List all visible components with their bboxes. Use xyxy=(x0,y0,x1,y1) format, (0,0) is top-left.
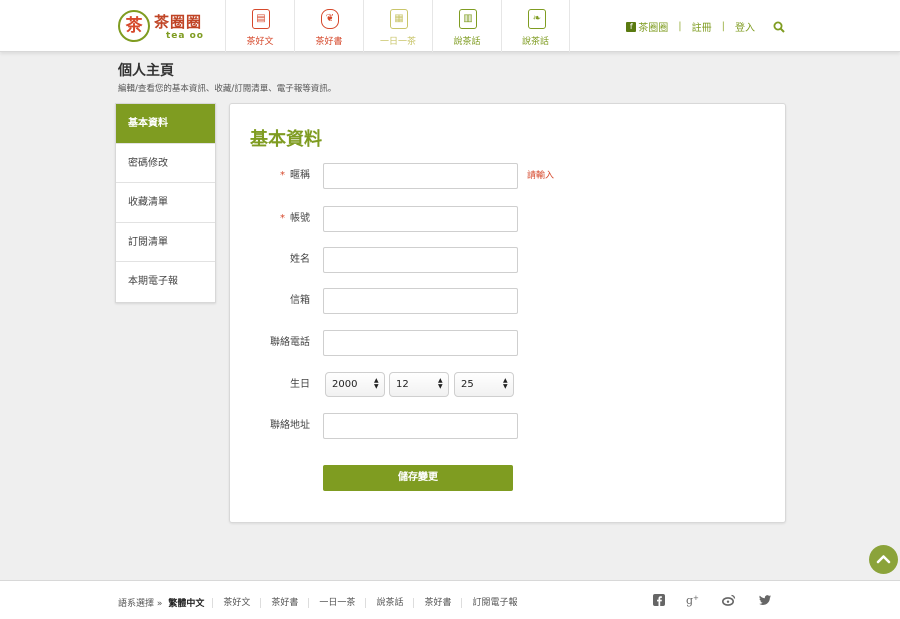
register-link[interactable]: 註冊 xyxy=(692,19,712,34)
nav-label: 一日一茶 xyxy=(379,37,416,47)
main-nav: ▤ 茶好文 ❦ 茶好書 ▦ 一日一茶 ▥ 說茶話 ❧ 說茶話 xyxy=(225,0,570,52)
birthday-label: 生日 xyxy=(290,379,310,390)
required-mark: * xyxy=(280,213,285,224)
page-subtitle: 編輯/查看您的基本資訊、收藏/訂閱清單、電子報等資訊。 xyxy=(118,84,337,94)
footer-link-articles[interactable]: 茶好文 xyxy=(212,597,260,608)
side-item-favorites[interactable]: 收藏清單 xyxy=(116,183,215,223)
language-current[interactable]: 繁體中文 xyxy=(168,596,212,609)
side-item-basic-info[interactable]: 基本資料 xyxy=(116,104,215,144)
page-icon: ▥ xyxy=(459,9,477,29)
nav-item-tea-talk-2[interactable]: ❧ 說茶話 xyxy=(501,0,570,52)
required-mark: * xyxy=(280,170,285,181)
birthday-row: 生日 2000 ▲ ▼ 12 ▲ ▼ 25 ▲ ▼ xyxy=(230,372,787,398)
side-item-subscriptions[interactable]: 訂閱清單 xyxy=(116,223,215,262)
scroll-top-button[interactable] xyxy=(869,545,898,574)
nickname-label: 暱稱 xyxy=(290,170,310,181)
logo-subtext: tea oo xyxy=(166,31,204,41)
twitter-icon[interactable] xyxy=(758,593,772,607)
birthday-day-value: 25 xyxy=(461,379,474,390)
page-title: 個人主頁 xyxy=(118,63,174,79)
nav-item-daily-tea[interactable]: ▦ 一日一茶 xyxy=(363,0,432,52)
phone-input[interactable] xyxy=(323,330,518,356)
nickname-label-wrap: * 暱稱 xyxy=(280,163,310,189)
address-row: 聯絡地址 xyxy=(230,413,787,439)
facebook-icon[interactable] xyxy=(652,593,666,607)
name-label: 姓名 xyxy=(290,254,310,265)
save-button[interactable]: 儲存變更 xyxy=(323,465,513,491)
address-input[interactable] xyxy=(323,413,518,439)
name-input[interactable] xyxy=(323,247,518,273)
phone-label: 聯絡電話 xyxy=(270,337,310,348)
facebook-link[interactable]: 茶圈圈 xyxy=(638,19,668,34)
nav-label: 茶好書 xyxy=(315,37,343,47)
language-label: 語系選擇 » xyxy=(118,599,163,609)
email-input[interactable] xyxy=(323,288,518,314)
basic-info-form: 基本資料 * 暱稱 請輸入 * 帳號 姓名 信箱 聯絡電話 生日 2000 ▲ ▼ 1… xyxy=(229,103,786,523)
phone-row: 聯絡電話 xyxy=(230,330,787,356)
book-icon: ❦ xyxy=(321,9,339,29)
site-header: 茶 茶圈圈 tea oo ▤ 茶好文 ❦ 茶好書 ▦ 一日一茶 ▥ 說茶話 ❧ … xyxy=(0,0,900,52)
document-icon: ▤ xyxy=(252,9,270,29)
account-label-wrap: * 帳號 xyxy=(280,206,310,232)
leaf-book-icon: ❧ xyxy=(528,9,546,29)
side-item-newsletter[interactable]: 本期電子報 xyxy=(116,262,215,302)
nickname-input[interactable] xyxy=(323,163,518,189)
updown-arrows-icon: ▲ ▼ xyxy=(438,377,443,390)
svg-text:g: g xyxy=(686,594,693,607)
account-input[interactable] xyxy=(323,206,518,232)
form-title: 基本資料 xyxy=(250,129,322,150)
footer-link-books-2[interactable]: 茶好書 xyxy=(413,597,461,608)
name-row: 姓名 xyxy=(230,247,787,273)
footer-links: 語系選擇 » 繁體中文 茶好文 茶好書 一日一茶 說茶話 茶好書 訂閱電子報 xyxy=(118,596,527,609)
nav-item-books[interactable]: ❦ 茶好書 xyxy=(294,0,363,52)
nav-item-articles[interactable]: ▤ 茶好文 xyxy=(225,0,294,52)
birthday-month-value: 12 xyxy=(396,379,409,390)
site-footer: 語系選擇 » 繁體中文 茶好文 茶好書 一日一茶 說茶話 茶好書 訂閱電子報 g… xyxy=(0,580,900,619)
logo-mark: 茶 xyxy=(118,10,150,42)
footer-link-newsletter[interactable]: 訂閱電子報 xyxy=(461,597,527,608)
google-plus-icon[interactable]: g + xyxy=(686,593,700,607)
birthday-day-select[interactable]: 25 ▲ ▼ xyxy=(454,372,514,397)
login-link[interactable]: 登入 xyxy=(735,19,755,34)
search-icon[interactable] xyxy=(773,21,785,33)
nav-label: 茶好文 xyxy=(246,37,274,47)
facebook-icon[interactable]: f xyxy=(626,21,637,32)
footer-link-books[interactable]: 茶好書 xyxy=(260,597,308,608)
logo-text: 茶圈圈 xyxy=(154,13,203,31)
nav-item-tea-talk[interactable]: ▥ 說茶話 xyxy=(432,0,501,52)
side-item-change-password[interactable]: 密碼修改 xyxy=(116,144,215,183)
email-label: 信箱 xyxy=(290,295,310,306)
profile-side-menu: 基本資料 密碼修改 收藏清單 訂閱清單 本期電子報 xyxy=(115,103,216,303)
footer-link-daily-tea[interactable]: 一日一茶 xyxy=(308,597,365,608)
birthday-year-value: 2000 xyxy=(332,379,358,390)
email-row: 信箱 xyxy=(230,288,787,314)
birthday-month-select[interactable]: 12 ▲ ▼ xyxy=(389,372,449,397)
birthday-year-select[interactable]: 2000 ▲ ▼ xyxy=(325,372,385,397)
nav-label: 說茶話 xyxy=(453,37,481,47)
footer-link-tea-talk[interactable]: 說茶話 xyxy=(365,597,413,608)
nickname-row: * 暱稱 請輸入 xyxy=(230,163,787,189)
weibo-icon[interactable] xyxy=(722,593,736,607)
divider: | xyxy=(678,21,682,32)
calendar-icon: ▦ xyxy=(390,9,408,29)
nav-label: 說茶話 xyxy=(521,37,549,47)
account-label: 帳號 xyxy=(290,213,310,224)
svg-text:+: + xyxy=(693,594,699,602)
site-logo[interactable]: 茶 茶圈圈 tea oo xyxy=(118,9,210,45)
address-label: 聯絡地址 xyxy=(270,420,310,431)
account-row: * 帳號 xyxy=(230,206,787,232)
divider: | xyxy=(721,21,725,32)
top-links: f 茶圈圈 | 註冊 | 登入 xyxy=(626,19,900,34)
nickname-hint: 請輸入 xyxy=(527,171,555,181)
updown-arrows-icon: ▲ ▼ xyxy=(374,377,379,390)
updown-arrows-icon: ▲ ▼ xyxy=(503,377,508,390)
chevron-up-icon xyxy=(876,555,891,564)
